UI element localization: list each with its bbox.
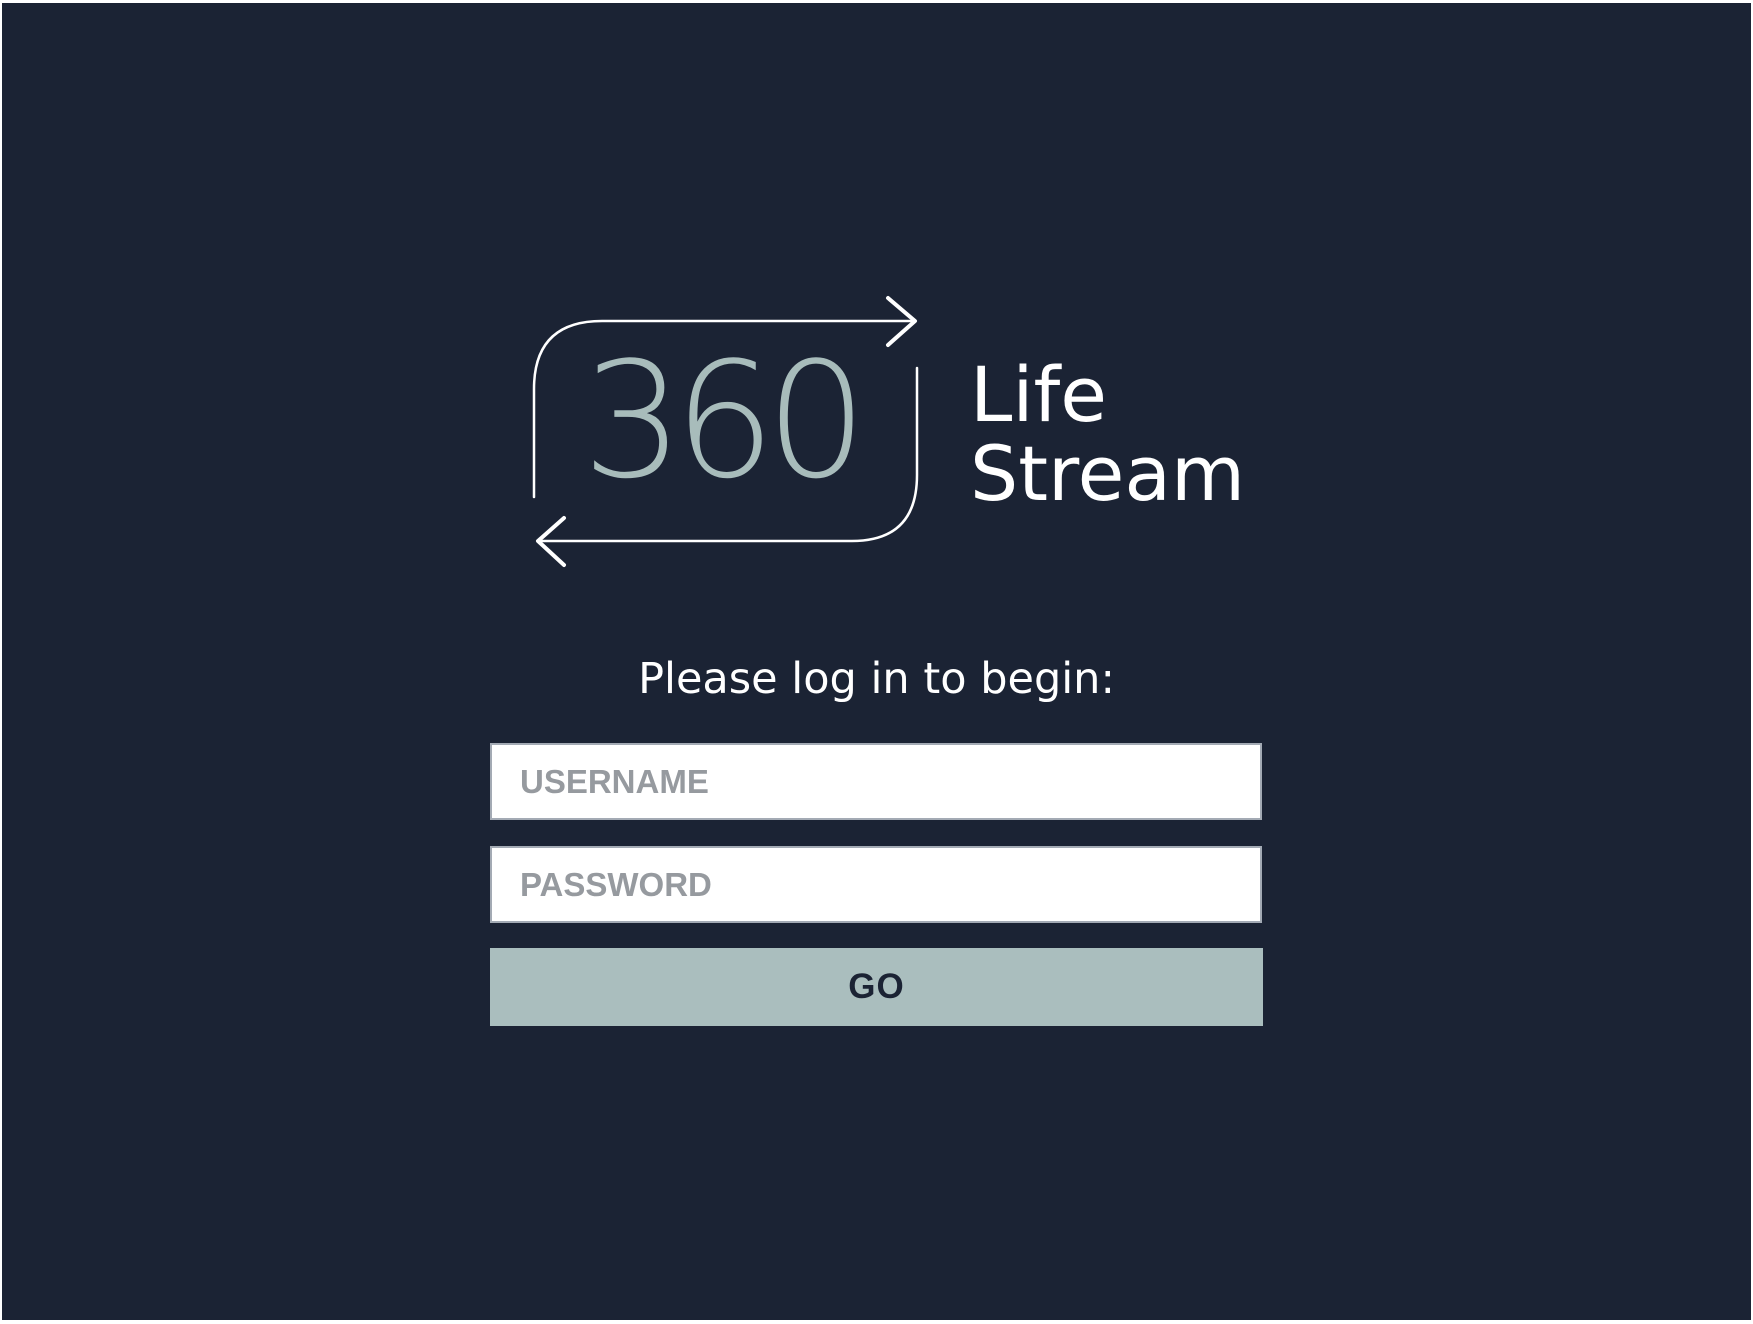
go-button[interactable]: GO [490, 948, 1263, 1026]
password-field[interactable] [490, 846, 1262, 923]
login-screen: 360 Life Stream Please log in to begin: … [2, 3, 1751, 1320]
login-prompt: Please log in to begin: [638, 654, 1115, 704]
username-field[interactable] [490, 743, 1262, 820]
circular-arrows-icon [532, 296, 919, 567]
logo-number: 360 [582, 327, 867, 514]
app-logo: 360 Life Stream [2, 3, 1751, 603]
logo-word-stream: Stream [970, 429, 1245, 518]
logo-word-life: Life [970, 350, 1107, 439]
